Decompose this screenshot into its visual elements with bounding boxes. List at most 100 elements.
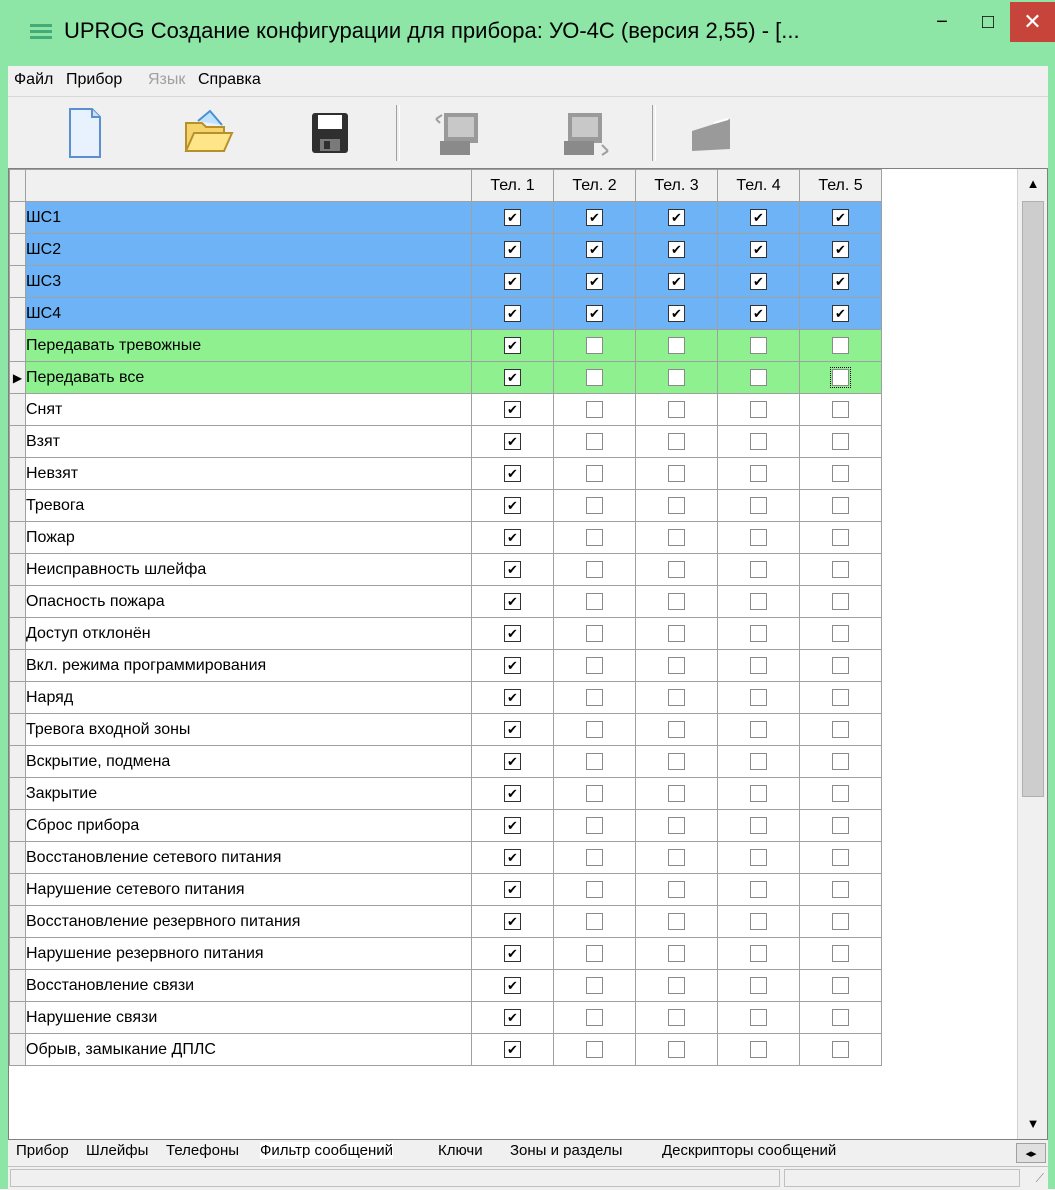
close-button[interactable]: ✕ <box>1010 2 1055 42</box>
phone-5-checkbox[interactable] <box>832 784 849 802</box>
phone-1-checkbox[interactable]: ✔ <box>504 848 521 866</box>
phone-2-checkbox[interactable] <box>586 848 603 866</box>
phone-3-checkbox[interactable] <box>668 368 685 386</box>
table-row[interactable]: Закрытие ✔ <box>9 777 882 810</box>
phone-2-checkbox[interactable] <box>586 496 603 514</box>
phone-1-checkbox[interactable]: ✔ <box>504 464 521 482</box>
table-row[interactable]: Обрыв, замыкание ДПЛС ✔ <box>9 1033 882 1066</box>
tab-device[interactable]: Прибор <box>16 1142 69 1159</box>
table-row[interactable]: Восстановление связи ✔ <box>9 969 882 1002</box>
save-floppy-icon[interactable] <box>298 101 362 165</box>
phone-4-checkbox[interactable]: ✔ <box>750 304 767 322</box>
phone-5-checkbox[interactable]: ✔ <box>832 240 849 258</box>
phone-1-checkbox[interactable]: ✔ <box>504 944 521 962</box>
phone-5-checkbox[interactable] <box>832 528 849 546</box>
phone-2-checkbox[interactable] <box>586 656 603 674</box>
phone-2-checkbox[interactable] <box>586 560 603 578</box>
phone-2-checkbox[interactable] <box>586 880 603 898</box>
phone-5-checkbox[interactable] <box>832 912 849 930</box>
phone-4-checkbox[interactable] <box>750 624 767 642</box>
phone-4-checkbox[interactable] <box>750 432 767 450</box>
phone-2-checkbox[interactable] <box>586 592 603 610</box>
phone-1-checkbox[interactable]: ✔ <box>504 208 521 226</box>
phone-2-checkbox[interactable] <box>586 400 603 418</box>
table-row[interactable]: Вскрытие, подмена ✔ <box>9 745 882 778</box>
phone-3-checkbox[interactable]: ✔ <box>668 272 685 290</box>
phone-4-checkbox[interactable]: ✔ <box>750 272 767 290</box>
phone-5-checkbox[interactable] <box>832 720 849 738</box>
phone-1-checkbox[interactable]: ✔ <box>504 368 521 386</box>
table-row[interactable]: Неисправность шлейфа ✔ <box>9 553 882 586</box>
phone-4-checkbox[interactable] <box>750 592 767 610</box>
phone-1-checkbox[interactable]: ✔ <box>504 432 521 450</box>
vertical-scrollbar[interactable]: ▲ ▼ <box>1017 169 1047 1139</box>
phone-3-checkbox[interactable] <box>668 464 685 482</box>
phone-4-checkbox[interactable]: ✔ <box>750 208 767 226</box>
menu-file[interactable]: Файл <box>14 71 53 89</box>
phone-3-checkbox[interactable]: ✔ <box>668 208 685 226</box>
phone-3-checkbox[interactable] <box>668 592 685 610</box>
phone-4-checkbox[interactable] <box>750 976 767 994</box>
phone-5-checkbox[interactable]: ✔ <box>832 304 849 322</box>
tab-message-filter[interactable]: Фильтр сообщений <box>260 1142 394 1159</box>
menu-help[interactable]: Справка <box>198 71 261 89</box>
phone-5-checkbox[interactable] <box>832 1040 849 1058</box>
tab-scroll-arrows-icon[interactable]: ◂▸ <box>1016 1143 1046 1163</box>
phone-2-checkbox[interactable] <box>586 464 603 482</box>
phone-3-checkbox[interactable] <box>668 1008 685 1026</box>
phone-4-checkbox[interactable]: ✔ <box>750 240 767 258</box>
table-row[interactable]: ШС4 ✔ ✔ ✔ ✔ ✔ <box>9 297 882 330</box>
phone-2-checkbox[interactable]: ✔ <box>586 304 603 322</box>
open-folder-icon[interactable] <box>176 101 240 165</box>
phone-4-checkbox[interactable] <box>750 1008 767 1026</box>
phone-3-checkbox[interactable] <box>668 400 685 418</box>
table-row[interactable]: Наряд ✔ <box>9 681 882 714</box>
phone-3-checkbox[interactable] <box>668 752 685 770</box>
phone-5-checkbox[interactable] <box>832 464 849 482</box>
phone-1-checkbox[interactable]: ✔ <box>504 240 521 258</box>
phone-3-checkbox[interactable] <box>668 688 685 706</box>
phone-5-checkbox[interactable]: ✔ <box>832 272 849 290</box>
phone-5-checkbox[interactable] <box>832 496 849 514</box>
phone-1-checkbox[interactable]: ✔ <box>504 496 521 514</box>
phone-2-checkbox[interactable] <box>586 720 603 738</box>
phone-1-checkbox[interactable]: ✔ <box>504 592 521 610</box>
phone-1-checkbox[interactable]: ✔ <box>504 752 521 770</box>
phone-4-checkbox[interactable] <box>750 848 767 866</box>
table-row[interactable]: Тревога входной зоны ✔ <box>9 713 882 746</box>
phone-5-checkbox[interactable] <box>832 688 849 706</box>
phone-5-checkbox[interactable] <box>832 752 849 770</box>
minimize-button[interactable]: − <box>920 0 964 44</box>
phone-3-checkbox[interactable] <box>668 528 685 546</box>
phone-3-checkbox[interactable] <box>668 720 685 738</box>
phone-5-checkbox[interactable] <box>832 592 849 610</box>
new-document-icon[interactable] <box>52 101 116 165</box>
phone-1-checkbox[interactable]: ✔ <box>504 1008 521 1026</box>
phone-4-checkbox[interactable] <box>750 400 767 418</box>
phone-5-checkbox[interactable] <box>832 976 849 994</box>
phone-4-checkbox[interactable] <box>750 1040 767 1058</box>
phone-3-checkbox[interactable] <box>668 816 685 834</box>
phone-3-checkbox[interactable] <box>668 848 685 866</box>
phone-5-checkbox[interactable] <box>832 400 849 418</box>
phone-1-checkbox[interactable]: ✔ <box>504 624 521 642</box>
phone-4-checkbox[interactable] <box>750 912 767 930</box>
phone-3-checkbox[interactable] <box>668 912 685 930</box>
phone-3-checkbox[interactable] <box>668 336 685 354</box>
phone-3-checkbox[interactable] <box>668 880 685 898</box>
phone-4-checkbox[interactable] <box>750 368 767 386</box>
phone-3-checkbox[interactable] <box>668 944 685 962</box>
phone-1-checkbox[interactable]: ✔ <box>504 720 521 738</box>
table-row[interactable]: Доступ отклонён ✔ <box>9 617 882 650</box>
phone-3-checkbox[interactable] <box>668 624 685 642</box>
phone-5-checkbox[interactable] <box>832 336 849 354</box>
phone-1-checkbox[interactable]: ✔ <box>504 400 521 418</box>
phone-2-checkbox[interactable] <box>586 368 603 386</box>
phone-2-checkbox[interactable] <box>586 624 603 642</box>
scroll-up-icon[interactable]: ▲ <box>1020 171 1046 197</box>
phone-5-checkbox[interactable] <box>832 624 849 642</box>
phone-4-checkbox[interactable] <box>750 944 767 962</box>
maximize-button[interactable]: □ <box>966 0 1010 44</box>
phone-3-checkbox[interactable] <box>668 496 685 514</box>
phone-5-checkbox[interactable] <box>832 848 849 866</box>
